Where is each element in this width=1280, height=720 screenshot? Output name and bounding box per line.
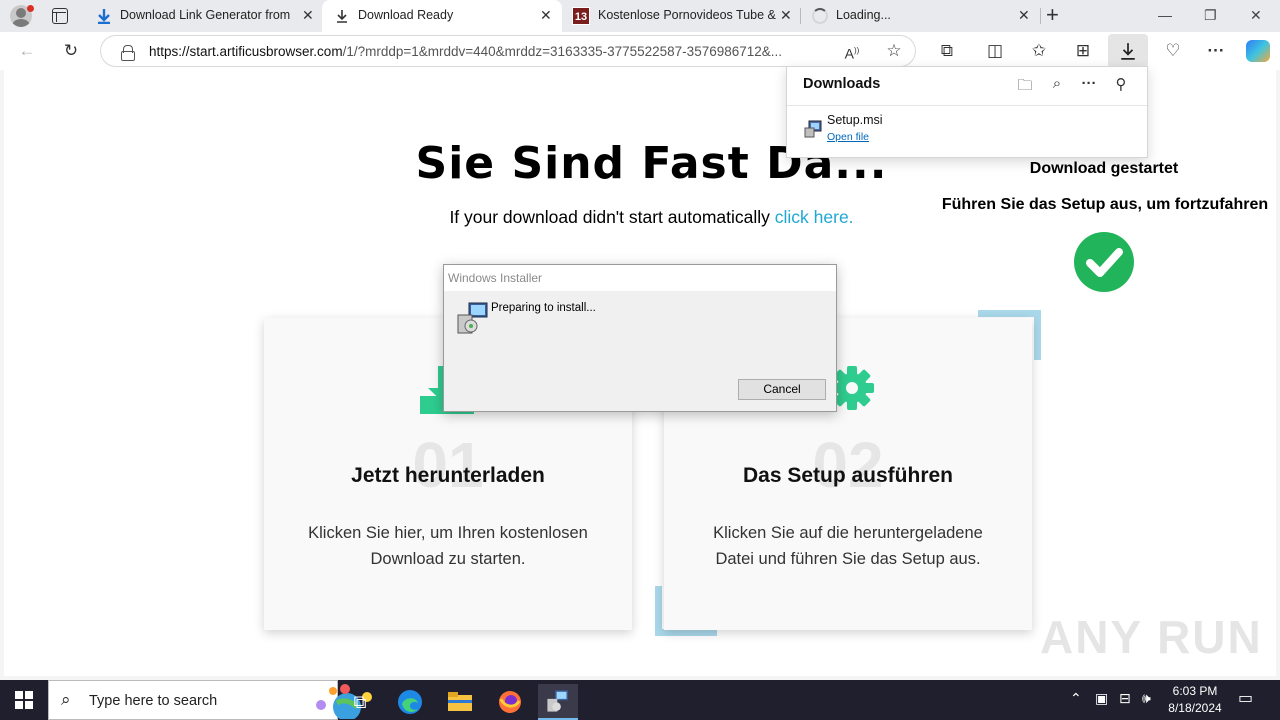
step-title: Jetzt herunterladen — [351, 464, 545, 487]
firefox-app-icon[interactable] — [490, 684, 530, 720]
clock-date: 8/18/2024 — [1168, 701, 1222, 715]
step-text: Klicken Sie auf die heruntergeladene Dat… — [713, 524, 983, 568]
minimize-icon[interactable]: — — [1158, 7, 1172, 23]
notification-dot-icon — [27, 5, 34, 12]
volume-icon[interactable]: 🕪 — [1142, 690, 1151, 707]
tab-strip: Download Link Generator from F ✕ Downloa… — [0, 0, 1280, 32]
close-icon[interactable]: ✕ — [1018, 7, 1030, 24]
windows-installer-dialog: Windows Installer Preparing to install..… — [443, 264, 837, 412]
panel-divider — [787, 105, 1147, 106]
browser-toolbar: ← ↻ https://start.artificusbrowser.com/1… — [0, 32, 1280, 70]
favorites-list-icon[interactable]: ✩ — [1028, 40, 1050, 62]
refresh-icon[interactable]: ↻ — [60, 40, 82, 62]
copilot-icon[interactable] — [1246, 40, 1270, 62]
task-view-icon[interactable]: ⧉ — [340, 684, 380, 720]
notification-icon[interactable]: ▭ — [1238, 688, 1253, 708]
checkmark-icon — [1074, 232, 1134, 292]
installer-app-icon[interactable] — [538, 684, 578, 720]
collections-icon[interactable]: ⊞ — [1072, 40, 1094, 62]
pin-icon[interactable]: ⚲ — [1111, 75, 1131, 93]
url-host: https://start.artificusbrowser.com — [149, 44, 343, 59]
taskbar-clock[interactable]: 6:03 PM 8/18/2024 — [1160, 683, 1230, 717]
extensions-puzzle-icon[interactable]: ⧉ — [936, 40, 958, 62]
clock-time: 6:03 PM — [1172, 684, 1218, 698]
card-accent-line — [655, 629, 717, 636]
downloads-panel: Downloads 🗀 ⌕ ··· ⚲ Setup.msi Open file — [786, 66, 1148, 158]
search-icon: ⌕ — [61, 690, 71, 709]
file-explorer-icon[interactable] — [440, 684, 480, 720]
dialog-titlebar[interactable]: Windows Installer — [444, 265, 836, 291]
cancel-button[interactable]: Cancel — [738, 379, 826, 400]
tab-loading[interactable]: Loading... ✕ — [800, 0, 1040, 32]
dialog-title: Windows Installer — [448, 271, 543, 285]
subline-text: If your download didn't start automatica… — [449, 207, 770, 227]
tab-separator — [1040, 8, 1041, 24]
tray-device-icon[interactable]: ▣ — [1095, 690, 1108, 707]
loading-spinner-icon — [812, 8, 828, 24]
taskbar-search-box[interactable]: ⌕ Type here to search — [48, 680, 372, 720]
card-accent-line — [1034, 310, 1041, 360]
open-file-link[interactable]: Open file — [827, 131, 869, 143]
download-started-title: Download gestartet — [1029, 160, 1179, 177]
split-screen-icon[interactable]: ◫ — [984, 40, 1006, 62]
close-icon[interactable]: ✕ — [780, 7, 792, 24]
tab-actions-icon[interactable] — [52, 8, 68, 24]
more-options-icon[interactable]: ··· — [1205, 40, 1227, 62]
back-arrow-icon[interactable]: ← — [16, 40, 38, 62]
lock-icon[interactable] — [121, 45, 135, 61]
url-path: /1/?mrddp=1&mrddv=440&mrddz=3163335-3775… — [342, 44, 783, 59]
address-bar[interactable]: https://start.artificusbrowser.com/1/?mr… — [100, 35, 916, 67]
tab-title: Download Link Generator from F — [120, 8, 290, 22]
download-arrow-icon — [98, 9, 110, 24]
browser-essentials-icon[interactable]: ♡ — [1162, 40, 1184, 62]
anyrun-watermark: ANY RUN — [1040, 611, 1263, 663]
installer-icon — [457, 302, 488, 334]
downloads-title: Downloads — [803, 76, 881, 92]
msi-file-icon — [804, 120, 822, 138]
edge-app-icon[interactable] — [390, 684, 430, 720]
close-icon[interactable]: ✕ — [540, 7, 552, 24]
close-icon[interactable]: ✕ — [302, 7, 314, 24]
more-options-icon[interactable]: ··· — [1079, 75, 1099, 92]
click-here-link[interactable]: click here. — [775, 207, 854, 227]
download-file-name[interactable]: Setup.msi — [827, 113, 883, 127]
open-folder-icon[interactable]: 🗀 — [1015, 75, 1035, 100]
site-13-icon: 13 — [572, 7, 590, 25]
card-accent-line — [978, 310, 1041, 317]
url-text[interactable]: https://start.artificusbrowser.com/1/?mr… — [149, 44, 829, 59]
tab-title: Loading... — [836, 8, 891, 22]
network-icon[interactable]: ⊟ — [1119, 690, 1131, 707]
tab-title: Kostenlose Pornovideos Tube & F — [598, 8, 776, 22]
download-arrow-icon — [337, 10, 347, 23]
tray-chevron-up-icon[interactable]: ⌃ — [1070, 690, 1082, 707]
tab-kostenlose[interactable]: 13 Kostenlose Pornovideos Tube & F ✕ — [562, 0, 800, 32]
step-text: Klicken Sie hier, um Ihren kostenlosen D… — [308, 524, 588, 568]
new-tab-plus-icon[interactable]: + — [1046, 4, 1059, 26]
run-setup-subtitle: Führen Sie das Setup aus, um fortzufahre… — [941, 196, 1269, 213]
tab-download-link-generator[interactable]: Download Link Generator from F ✕ — [84, 0, 320, 32]
downloads-button[interactable] — [1108, 34, 1148, 68]
download-arrow-icon — [1121, 43, 1135, 60]
windows-taskbar: ⌕ Type here to search ⧉ ⌃ ▣ ⊟ 🕪 ▭ — [0, 680, 1280, 720]
restore-icon[interactable]: ❐ — [1204, 7, 1217, 24]
tab-download-ready[interactable]: Download Ready ✕ — [322, 0, 562, 32]
search-icon[interactable]: ⌕ — [1047, 75, 1067, 92]
windows-start-icon[interactable] — [15, 691, 33, 709]
window-close-icon[interactable]: ✕ — [1250, 7, 1262, 24]
read-aloud-icon[interactable]: A)) — [841, 40, 863, 65]
favorite-star-icon[interactable]: ☆ — [883, 40, 905, 62]
installer-message: Preparing to install... — [491, 302, 596, 314]
search-placeholder: Type here to search — [89, 693, 218, 709]
tab-title: Download Ready — [358, 8, 454, 22]
step-title: Das Setup ausführen — [742, 464, 954, 487]
